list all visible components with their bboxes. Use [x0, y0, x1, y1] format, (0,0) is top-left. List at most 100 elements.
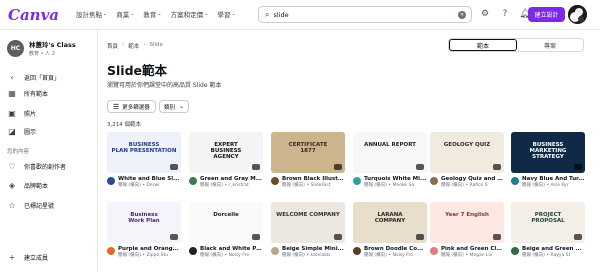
template-meta: Brown Black Illustr... 簡報 (橫向) • SlideFac…: [271, 176, 345, 188]
creator-avatar[interactable]: [271, 177, 279, 185]
nav-item-education[interactable]: 教育 ⌄: [143, 9, 161, 19]
template-thumbnail[interactable]: Year 7 English: [430, 202, 504, 243]
chevron-down-icon: ⌄: [204, 11, 209, 17]
create-design-button[interactable]: 建立設計: [528, 7, 565, 22]
template-thumbnail[interactable]: WELCOME COMPANY: [271, 202, 345, 243]
template-meta: White and Blue Sl... 簡報 (橫向) • Derwi: [107, 176, 181, 188]
template-author: 簡報 (橫向) • r_kristrat: [200, 183, 249, 188]
premium-badge-icon: [574, 164, 582, 170]
thumbnail-text: Year 7 English: [445, 212, 489, 218]
template-author: 簡報 (橫向) • Meoke Sa: [364, 183, 415, 188]
template-meta: Brown Doodle Co... 簡報 (橫向) • Noisy Fre: [353, 246, 427, 258]
template-thumbnail[interactable]: BUSINESS MARKETING STRATEGY: [511, 132, 585, 173]
template-meta: Beige and Green ... 簡報 (橫向) • Rayya St: [511, 246, 585, 258]
template-thumbnail[interactable]: LARANA COMPANY: [353, 202, 427, 243]
more-filters-button[interactable]: ☰ 更多篩選器: [107, 100, 156, 113]
template-thumbnail[interactable]: Dorcelle: [189, 202, 263, 243]
template-card[interactable]: BUSINESS PLAN PRESENTATION White and Blue…: [107, 132, 181, 188]
chevron-down-icon: ⌄: [130, 11, 135, 17]
nav-item-pricing[interactable]: 方案和定價 ⌄: [171, 9, 209, 19]
premium-badge-icon: [334, 234, 342, 240]
heart-icon: ♡: [8, 161, 16, 171]
creator-avatar[interactable]: [353, 247, 361, 255]
search-icon: ⌕: [265, 9, 270, 19]
tab-templates[interactable]: 範本: [449, 39, 517, 51]
creator-avatar[interactable]: [511, 177, 519, 185]
creator-avatar[interactable]: [430, 247, 438, 255]
sidebar-item-brand-templates[interactable]: ◈ 品牌範本: [7, 180, 48, 190]
premium-badge-icon: [416, 164, 424, 170]
template-card[interactable]: WELCOME COMPANY Beige Simple Mini... 簡報 (橫…: [271, 202, 345, 258]
breadcrumb-separator: ›: [143, 42, 146, 48]
breadcrumb-home[interactable]: 首頁: [107, 42, 118, 50]
team-switcher[interactable]: HC 林蕙玲's Class 教育 • 人 2: [7, 39, 76, 57]
creator-avatar[interactable]: [430, 177, 438, 185]
template-thumbnail[interactable]: GEOLOGY QUIZ: [430, 132, 504, 173]
result-count: 3,214 個範本: [107, 122, 141, 128]
thumbnail-text: PROJECT PROPOSAL: [531, 212, 565, 225]
template-author: 簡報 (橫向) • Zippo Stu: [118, 253, 169, 258]
creator-avatar[interactable]: [511, 247, 519, 255]
settings-icon[interactable]: ⚙: [478, 7, 492, 21]
create-team-button[interactable]: + 建立成員: [7, 252, 48, 262]
thumbnail-text: GEOLOGY QUIZ: [443, 142, 491, 148]
search-input[interactable]: ⌕ slide ✕: [258, 6, 472, 23]
template-card[interactable]: EXPERT BUSINESS AGENCY Green and Gray M..…: [189, 132, 263, 188]
user-avatar[interactable]: [568, 5, 587, 24]
template-thumbnail[interactable]: BUSINESS PLAN PRESENTATION: [107, 132, 181, 173]
nav-item-learn[interactable]: 學習 ⌄: [217, 9, 235, 19]
template-meta: Navy Blue And Tur... 簡報 (橫向) • Asia Kyr: [511, 176, 585, 188]
back-home-link[interactable]: ‹ 返回「首頁」: [7, 72, 60, 82]
thumbnail-text: WELCOME COMPANY: [276, 212, 340, 218]
creator-avatar[interactable]: [107, 247, 115, 255]
tab-projects[interactable]: 專案: [517, 39, 583, 51]
clear-search-icon[interactable]: ✕: [458, 11, 466, 19]
template-author: 簡報 (橫向) • Megan Liv: [441, 253, 493, 258]
sidebar-item-favorite-creators[interactable]: ♡ 你喜歡的創作者: [7, 161, 66, 171]
template-meta: Geology Quiz and F... 簡報 (橫向) • Rafico S: [430, 176, 504, 188]
nav-item-design[interactable]: 設計焦點 ⌄: [76, 9, 107, 19]
thumbnail-text: EXPERT BUSINESS AGENCY: [210, 142, 242, 161]
template-card[interactable]: GEOLOGY QUIZ Geology Quiz and F... 簡報 (橫向)…: [430, 132, 504, 188]
thumbnail-text: ANNUAL REPORT: [364, 142, 416, 148]
sidebar-item-photos[interactable]: ▣ 照片: [7, 108, 36, 118]
sidebar: HC 林蕙玲's Class 教育 • 人 2 ‹ 返回「首頁」 ▦ 所有範本 …: [0, 30, 98, 272]
template-card[interactable]: ANNUAL REPORT Turquois White Mi... 簡報 (橫向)…: [353, 132, 427, 188]
creator-avatar[interactable]: [353, 177, 361, 185]
premium-badge-icon: [170, 164, 178, 170]
sidebar-item-icons[interactable]: ◪ 圖示: [7, 126, 36, 136]
template-thumbnail[interactable]: PROJECT PROPOSAL: [511, 202, 585, 243]
template-meta: Beige Simple Mini... 簡報 (橫向) • katelabb: [271, 246, 345, 258]
creator-avatar[interactable]: [189, 247, 197, 255]
breadcrumb-templates[interactable]: 範本: [128, 42, 139, 50]
template-card[interactable]: BUSINESS MARKETING STRATEGY Navy Blue And…: [511, 132, 585, 188]
template-thumbnail[interactable]: ANNUAL REPORT: [353, 132, 427, 173]
template-card[interactable]: Year 7 English Pink and Green Cla... 簡報 (橫…: [430, 202, 504, 258]
canva-logo[interactable]: Canva: [8, 6, 59, 24]
template-thumbnail[interactable]: CERTIFICATE 1877: [271, 132, 345, 173]
template-meta: Green and Gray M... 簡報 (橫向) • r_kristrat: [189, 176, 263, 188]
category-label: 類別: [164, 104, 176, 111]
page-title: Slide範本: [107, 63, 167, 78]
premium-badge-icon: [334, 164, 342, 170]
template-card[interactable]: Business Work Plan Purple and Orange ... 簡…: [107, 202, 181, 258]
creator-avatar[interactable]: [189, 177, 197, 185]
sidebar-item-starred[interactable]: ☆ 已標記星號: [7, 200, 54, 210]
sidebar-item-all-templates[interactable]: ▦ 所有範本: [7, 88, 48, 98]
category-dropdown[interactable]: 類別 ⌄: [159, 100, 190, 113]
template-card[interactable]: LARANA COMPANY Brown Doodle Co... 簡報 (橫向) …: [353, 202, 427, 258]
nav-item-business[interactable]: 商業 ⌄: [116, 9, 134, 19]
chevron-down-icon: ⌄: [103, 11, 108, 17]
template-card[interactable]: CERTIFICATE 1877 Brown Black Illustr... 簡報…: [271, 132, 345, 188]
creator-avatar[interactable]: [271, 247, 279, 255]
filter-icon: ☰: [113, 102, 120, 111]
template-thumbnail[interactable]: Business Work Plan: [107, 202, 181, 243]
template-card[interactable]: Dorcelle Black and White Pa... 簡報 (橫向) • N…: [189, 202, 263, 258]
thumbnail-text: LARANA COMPANY: [374, 212, 406, 225]
template-thumbnail[interactable]: EXPERT BUSINESS AGENCY: [189, 132, 263, 173]
template-card[interactable]: PROJECT PROPOSAL Beige and Green ... 簡報 (橫…: [511, 202, 585, 258]
creator-avatar[interactable]: [107, 177, 115, 185]
help-icon[interactable]: ?: [498, 7, 512, 21]
thumbnail-text: Dorcelle: [213, 212, 239, 218]
sidebar-item-label: 已標記星號: [24, 202, 55, 210]
